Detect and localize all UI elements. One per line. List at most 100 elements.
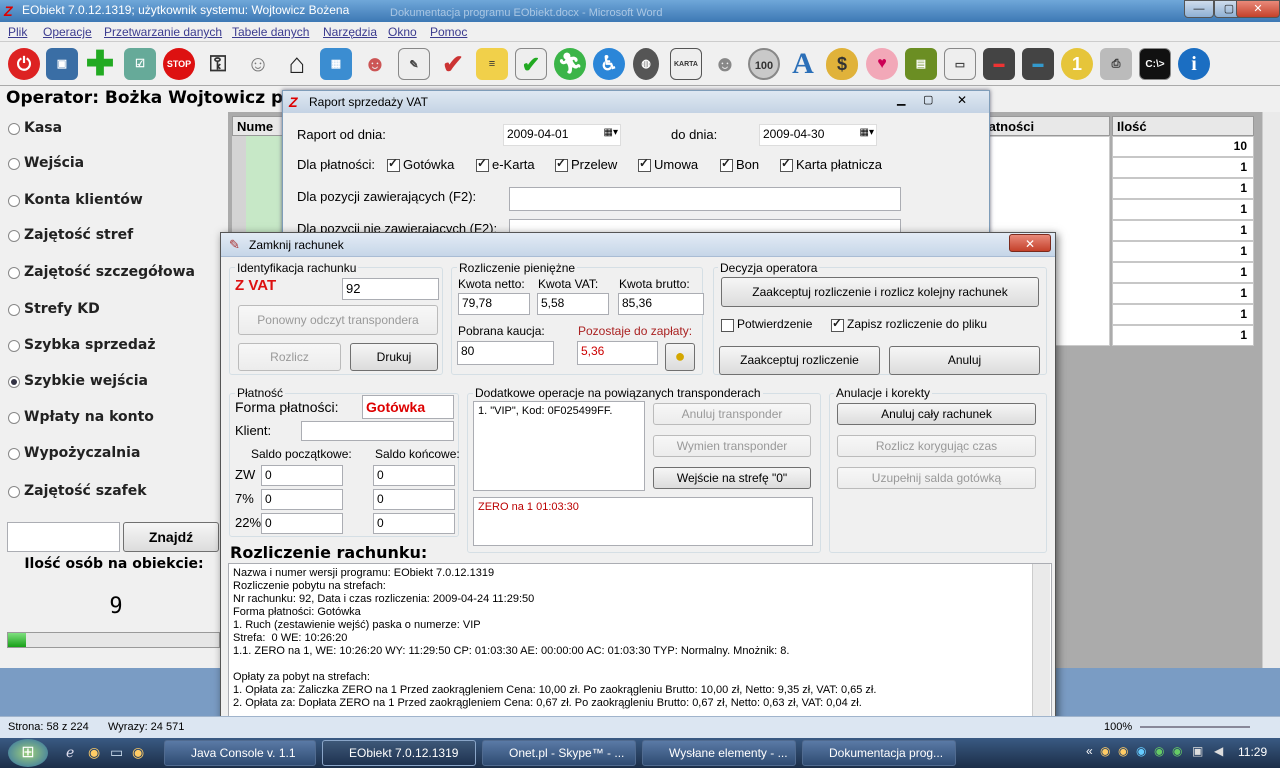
enter-zone-button[interactable]: Wejście na strefę "0" [653,467,811,489]
menu-przetwarzanie[interactable]: Przetwarzanie danych [104,25,222,39]
cancel-transponder-button[interactable]: Anuluj transponder [653,403,811,425]
task-mail[interactable]: Wysłane elementy - ... [642,740,796,766]
wristband-icon[interactable]: ◍ [633,48,659,80]
accept-button[interactable]: Zaakceptuj rozliczenie [719,346,880,375]
document-icon[interactable]: ✎ [398,48,430,80]
edit-check-icon[interactable]: ✔ [437,48,469,80]
print-button[interactable]: Drukuj [350,343,438,371]
menu-narzedzia[interactable]: Narzędzia [323,25,377,39]
firefox-icon[interactable]: ◉ [88,744,100,761]
desktop-icon[interactable]: ▭ [110,744,123,761]
stop-icon[interactable]: STOP [163,48,195,80]
confirm-checkbox[interactable]: Potwierdzenie [721,317,812,332]
money-bag-icon[interactable]: $ [826,48,858,80]
dialog-close-button[interactable]: ✕ [1009,234,1051,252]
cancel-button[interactable]: Anuluj [889,346,1040,375]
from-date-field[interactable]: 2009-04-01 ▦▾ [503,124,621,146]
accept-next-button[interactable]: Zaakceptuj rozliczenie i rozlicz kolejny… [721,277,1039,307]
task-eobiekt[interactable]: EObiekt 7.0.12.1319 [322,740,476,766]
checklist-icon[interactable]: ☑ [124,48,156,80]
menu-okno[interactable]: Okno [388,25,417,39]
radio-zajetosc-szafek[interactable]: Zajętość szafek [8,483,218,503]
grid-header-payment[interactable]: łatności [980,116,1110,136]
vat-field[interactable]: 5,58 [537,293,609,315]
radio-wypozyczalnia[interactable]: Wypożyczalnia [8,445,218,465]
remain-field[interactable]: 5,36 [577,341,658,365]
radio-wejscia[interactable]: Wejścia [8,155,218,175]
end-balance-field[interactable]: 0 [373,489,455,510]
cancel-whole-bill-button[interactable]: Anuluj cały rachunek [837,403,1036,425]
checkbox-bon[interactable]: Bon [720,156,759,172]
summary-scrollbar[interactable] [1032,564,1050,722]
task-java-console[interactable]: Java Console v. 1.1 [164,740,316,766]
bill-number-field[interactable]: 92 [342,278,439,300]
coin-button[interactable]: ● [665,343,695,371]
clock[interactable]: 11:29 [1238,745,1267,759]
windows-icon[interactable]: ▣ [46,48,78,80]
key-icon[interactable]: ⚿ [202,48,234,80]
card-icon[interactable]: KARTA [670,48,702,80]
payment-form-field[interactable]: Gotówka [362,395,454,419]
home-icon[interactable]: ⌂ [281,48,313,80]
menu-operacje[interactable]: Operacje [43,25,92,39]
net-field[interactable]: 79,78 [458,293,530,315]
grid-header-qty[interactable]: Ilość [1112,116,1254,136]
fill-cash-button[interactable]: Uzupełnij salda gotówką [837,467,1036,489]
tray-icon[interactable]: ◉ [1100,744,1110,758]
printer-icon[interactable]: ⎙ [1100,48,1132,80]
font-icon[interactable]: A [787,48,819,80]
console-icon[interactable]: C:\> [1139,48,1171,80]
user-icon[interactable]: ☺ [242,48,274,80]
settle-button[interactable]: Rozlicz [238,343,341,371]
close-icon[interactable]: ✕ [957,93,967,107]
deposit-field[interactable]: 80 [457,341,554,365]
grid-scrollbar[interactable] [1262,112,1280,668]
swap-transponder-button[interactable]: Wymien transponder [653,435,811,457]
menu-pomoc[interactable]: Pomoc [430,25,467,39]
thunderbird-icon[interactable]: ◉ [132,744,144,761]
include-input[interactable] [509,187,901,211]
operations-log[interactable]: ZERO na 1 01:03:30 [473,497,813,546]
find-button[interactable]: Znajdź [123,522,219,552]
radio-strefy-kd[interactable]: Strefy KD [8,301,218,321]
radio-zajetosc-stref[interactable]: Zajętość stref [8,227,218,247]
radio-szybka-sprzedaz[interactable]: Szybka sprzedaż [8,337,218,357]
radio-kasa[interactable]: Kasa [8,120,218,140]
network-icon[interactable]: ▣ [1192,744,1203,758]
to-date-field[interactable]: 2009-04-30 ▦▾ [759,124,877,146]
summary-text[interactable]: Nazwa i numer wersji programu: EObiekt 7… [228,563,1052,723]
minimize-icon[interactable]: ▁ [897,93,905,106]
folder-icon[interactable]: ▭ [944,48,976,80]
coin2-icon[interactable]: 1 [1061,48,1093,80]
start-balance-field[interactable]: 0 [261,465,343,486]
zoom-slider[interactable] [1140,726,1250,728]
radio-szybkie-wejscia[interactable]: Szybkie wejścia [8,373,218,393]
start-icon[interactable]: ⊞ [8,739,48,767]
users-icon[interactable]: ☻ [359,48,391,80]
tray-icon[interactable]: ◉ [1154,744,1164,758]
volume-icon[interactable]: ◀ [1214,744,1223,758]
close-button[interactable]: ✕ [1236,0,1280,18]
radio-zajetosc-szczegolowa[interactable]: Zajętość szczegółowa [8,264,218,284]
task-word[interactable]: Dokumentacja prog... [802,740,956,766]
menu-plik[interactable]: Plik [8,25,27,39]
run-icon[interactable]: 🏃︎ [554,48,586,80]
info-icon[interactable]: i [1178,48,1210,80]
piggy-icon[interactable]: ♥ [866,48,898,80]
notes-icon[interactable]: ≡ [476,48,508,80]
start-balance-field[interactable]: 0 [261,513,343,534]
search-input[interactable] [7,522,120,552]
tick-icon[interactable]: ✔ [515,48,547,80]
power-icon[interactable]: ⏻ [8,48,40,80]
ie-icon[interactable]: ℯ [66,744,74,761]
maximize-icon[interactable]: ▢ [923,93,933,106]
scanner-icon[interactable]: ▬ [983,48,1015,80]
gross-field[interactable]: 85,36 [618,293,704,315]
settle-correct-time-button[interactable]: Rozlicz korygując czas [837,435,1036,457]
reread-transponder-button[interactable]: Ponowny odczyt transpondera [238,305,438,335]
checkbox-ekarta[interactable]: e-Karta [476,156,535,172]
end-balance-field[interactable]: 0 [373,465,455,486]
task-skype[interactable]: Onet.pl - Skype™ - ... [482,740,636,766]
menu-tabele[interactable]: Tabele danych [232,25,309,39]
save-to-file-checkbox[interactable]: Zapisz rozliczenie do pliku [831,316,987,332]
